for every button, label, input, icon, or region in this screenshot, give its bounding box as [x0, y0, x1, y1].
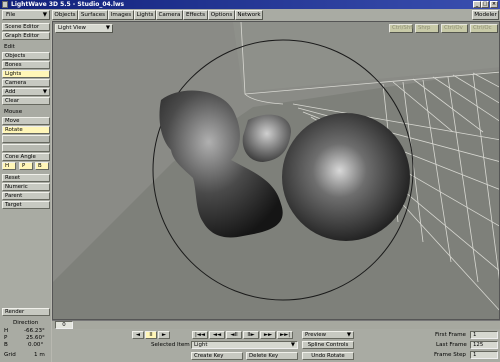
first-key-button[interactable]: |◄◄ — [192, 331, 208, 339]
chevron-down-icon: ▼ — [290, 342, 295, 348]
delete-key-label: Delete Key — [249, 353, 279, 359]
chevron-down-icon: ▼ — [42, 89, 47, 95]
sphere-model — [282, 113, 410, 241]
selected-item-label: Selected Item — [151, 342, 190, 348]
move-button[interactable]: Move — [2, 117, 50, 125]
3d-viewport[interactable]: Light View ▼ Ctrl/Shft Shrp Ctrl/Ov Ctrl… — [52, 21, 500, 320]
preview-dropdown[interactable]: Preview ▼ — [302, 331, 354, 339]
last-frame-label: Last Frame — [436, 342, 467, 348]
timeline-slider[interactable]: 0 — [52, 320, 500, 329]
mouse-label: Mouse — [4, 109, 23, 115]
coord-p-value: 25.60° — [26, 335, 45, 341]
edit-lights-button[interactable]: Lights — [2, 70, 50, 78]
grid-value: 1 m — [34, 352, 45, 358]
view-mode-label: Light View — [58, 25, 86, 31]
coord-b-value: 0.00° — [28, 342, 44, 348]
bottom-panel: ◄ II ► |◄◄ ◄◄ ◄II II► ►► ►►| Preview ▼ S… — [52, 329, 500, 362]
last-key-button[interactable]: ►►| — [277, 331, 293, 339]
last-frame-field[interactable]: 125 — [470, 341, 498, 349]
coord-h-value: -66.23° — [24, 328, 45, 334]
view-mode-dropdown[interactable]: Light View ▼ — [55, 24, 113, 33]
first-frame-label: First Frame — [435, 332, 466, 338]
next-frame-button[interactable]: II► — [243, 331, 259, 339]
rotate-button[interactable]: Rotate — [2, 126, 50, 134]
edit-label: Edit — [4, 44, 15, 50]
render-button[interactable]: Render — [2, 308, 50, 316]
graph-editor-button[interactable]: Graph Editor — [2, 32, 50, 40]
frame-step-label: Frame Step — [434, 352, 466, 358]
reset-button[interactable]: Reset — [2, 174, 50, 182]
tab-objects[interactable]: Objects — [52, 10, 78, 20]
next-key-button[interactable]: ►► — [260, 331, 276, 339]
tab-images[interactable]: Images — [108, 10, 134, 20]
timeline-frame-indicator[interactable]: 0 — [55, 321, 73, 329]
maximize-button[interactable]: □ — [481, 1, 489, 8]
add-label: Add — [5, 89, 16, 95]
viewport-option-2[interactable]: Shrp — [415, 24, 439, 33]
coord-p-axis: P — [4, 335, 8, 341]
coord-h-axis: H — [4, 328, 9, 334]
preview-label: Preview — [305, 332, 326, 338]
undo-rotate-button[interactable]: Undo Rotate — [302, 352, 354, 360]
prev-frame-button[interactable]: ◄II — [226, 331, 242, 339]
close-button[interactable]: × — [490, 1, 498, 8]
selected-item-value: Light — [194, 342, 208, 348]
spline-controls-button[interactable]: Spline Controls — [302, 341, 354, 349]
chevron-down-icon: ▼ — [346, 332, 351, 338]
selected-item-dropdown[interactable]: Light ▼ — [191, 341, 298, 349]
tab-options[interactable]: Options — [208, 10, 235, 20]
play-reverse-button[interactable]: ◄ — [132, 331, 144, 339]
file-menu-label: File — [6, 12, 16, 18]
create-key-button[interactable]: Create Key — [191, 352, 243, 360]
axis-h-toggle[interactable]: H — [2, 162, 16, 170]
first-frame-field[interactable]: 1 — [470, 331, 498, 339]
disabled-tool-1 — [2, 135, 50, 143]
cone-angle-button[interactable]: Cone Angle — [2, 153, 50, 161]
play-forward-button[interactable]: ► — [158, 331, 170, 339]
edit-objects-button[interactable]: Objects — [2, 52, 50, 60]
tab-effects[interactable]: Effects — [183, 10, 208, 20]
file-menu[interactable]: File ▼ — [2, 10, 50, 20]
viewport-option-1[interactable]: Ctrl/Shft — [389, 24, 414, 33]
tab-camera[interactable]: Camera — [156, 10, 183, 20]
minimize-button[interactable]: _ — [473, 1, 481, 8]
delete-key-button[interactable]: Delete Key — [246, 352, 298, 360]
main-menu-bar: File ▼ Objects Surfaces Images Lights Ca… — [0, 9, 500, 21]
create-key-label: Create Key — [194, 353, 224, 359]
direction-label: Direction — [13, 320, 39, 326]
grid-label: Grid — [4, 352, 16, 358]
parent-button[interactable]: Parent — [2, 192, 50, 200]
coord-b-axis: B — [4, 342, 8, 348]
title-bar: LightWave 3D 5.5 - Studio_04.lws _ □ × — [0, 0, 500, 9]
target-button[interactable]: Target — [2, 201, 50, 209]
window-title: LightWave 3D 5.5 - Studio_04.lws — [11, 1, 125, 8]
disabled-tool-2 — [2, 144, 50, 152]
modeler-button[interactable]: Modeler — [472, 10, 499, 20]
chevron-down-icon: ▼ — [42, 12, 47, 18]
left-toolbar: Scene Editor Graph Editor Edit Objects B… — [0, 21, 51, 362]
tab-network[interactable]: Network — [235, 10, 263, 20]
numeric-button[interactable]: Numeric — [2, 183, 50, 191]
clear-dropdown[interactable]: Clear — [2, 97, 50, 105]
edit-bones-button[interactable]: Bones — [2, 61, 50, 69]
axis-b-toggle[interactable]: B — [35, 162, 49, 170]
viewport-option-3[interactable]: Ctrl/Ov — [441, 24, 468, 33]
viewport-option-4[interactable]: Ctrl/Oc — [470, 24, 498, 33]
add-dropdown[interactable]: Add ▼ — [2, 88, 50, 96]
scene-render — [53, 22, 499, 319]
frame-step-field[interactable]: 1 — [470, 351, 498, 359]
chevron-down-icon: ▼ — [105, 25, 110, 31]
prev-key-button[interactable]: ◄◄ — [209, 331, 225, 339]
scene-editor-button[interactable]: Scene Editor — [2, 23, 50, 31]
pause-button[interactable]: II — [145, 331, 157, 339]
app-icon — [2, 1, 8, 8]
axis-p-toggle[interactable]: P — [19, 162, 33, 170]
tab-lights[interactable]: Lights — [134, 10, 156, 20]
edit-camera-button[interactable]: Camera — [2, 79, 50, 87]
tab-surfaces[interactable]: Surfaces — [78, 10, 108, 20]
